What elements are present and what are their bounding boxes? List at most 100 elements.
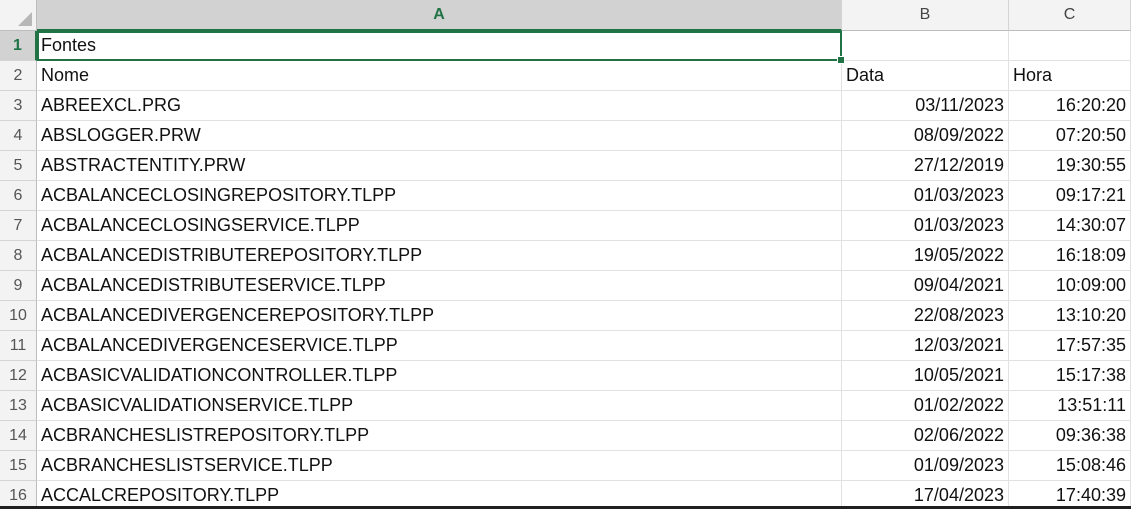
cell-a10[interactable]: ACBALANCEDIVERGENCEREPOSITORY.TLPP [37,301,842,331]
cell-value: ACBASICVALIDATIONCONTROLLER.TLPP [41,365,398,385]
row-header-4[interactable]: 4 [0,121,37,151]
row-header-11[interactable]: 11 [0,331,37,361]
cell-c6[interactable]: 09:17:21 [1009,181,1131,211]
cell-c8[interactable]: 16:18:09 [1009,241,1131,271]
cell-c4[interactable]: 07:20:50 [1009,121,1131,151]
cell-a16[interactable]: ACCALCREPOSITORY.TLPP [37,481,842,509]
cell-value: ACBALANCEDIVERGENCESERVICE.TLPP [41,335,398,355]
cell-c3[interactable]: 16:20:20 [1009,91,1131,121]
cell-value: ACBALANCECLOSINGSERVICE.TLPP [41,215,360,235]
cell-a14[interactable]: ACBRANCHESLISTREPOSITORY.TLPP [37,421,842,451]
cell-b8[interactable]: 19/05/2022 [842,241,1009,271]
cell-value: 09:17:21 [1055,185,1126,205]
row-header-14[interactable]: 14 [0,421,37,451]
row-header-6[interactable]: 6 [0,181,37,211]
cell-a8[interactable]: ACBALANCEDISTRIBUTEREPOSITORY.TLPP [37,241,842,271]
cell-a11[interactable]: ACBALANCEDIVERGENCESERVICE.TLPP [37,331,842,361]
cell-b14[interactable]: 02/06/2022 [842,421,1009,451]
cell-b2[interactable]: Data [842,61,1009,91]
cell-b12[interactable]: 10/05/2021 [842,361,1009,391]
cell-a15[interactable]: ACBRANCHESLISTSERVICE.TLPP [37,451,842,481]
cell-value: 14:30:07 [1055,215,1126,235]
cell-b9[interactable]: 09/04/2021 [842,271,1009,301]
cell-value: 08/09/2022 [913,125,1004,145]
cell-value: 09:36:38 [1055,425,1126,445]
cell-value: 15:08:46 [1055,455,1126,475]
cell-value: 07:20:50 [1055,125,1126,145]
cell-value: ACBRANCHESLISTSERVICE.TLPP [41,455,333,475]
cell-value: ABREEXCL.PRG [41,95,182,115]
cell-b15[interactable]: 01/09/2023 [842,451,1009,481]
column-header-a[interactable]: A [37,0,842,31]
cell-value: 10:09:00 [1055,275,1126,295]
cell-value: 19/05/2022 [913,245,1004,265]
cell-b3[interactable]: 03/11/2023 [842,91,1009,121]
cell-value: Nome [41,65,90,85]
row-header-2[interactable]: 2 [0,61,37,91]
cell-a7[interactable]: ACBALANCECLOSINGSERVICE.TLPP [37,211,842,241]
cell-a2[interactable]: Nome [37,61,842,91]
row-header-7[interactable]: 7 [0,211,37,241]
cell-b6[interactable]: 01/03/2023 [842,181,1009,211]
cell-c13[interactable]: 13:51:11 [1009,391,1131,421]
cell-c16[interactable]: 17:40:39 [1009,481,1131,509]
cell-value: ABSTRACTENTITY.PRW [41,155,246,175]
cell-c14[interactable]: 09:36:38 [1009,421,1131,451]
cell-value: ACBALANCECLOSINGREPOSITORY.TLPP [41,185,397,205]
cell-b5[interactable]: 27/12/2019 [842,151,1009,181]
cell-value: ACBALANCEDIVERGENCEREPOSITORY.TLPP [41,305,435,325]
row-header-9[interactable]: 9 [0,271,37,301]
cell-value: 22/08/2023 [913,305,1004,325]
cell-b13[interactable]: 01/02/2022 [842,391,1009,421]
cell-a5[interactable]: ABSTRACTENTITY.PRW [37,151,842,181]
cell-value: 16:18:09 [1055,245,1126,265]
cell-c5[interactable]: 19:30:55 [1009,151,1131,181]
cell-a9[interactable]: ACBALANCEDISTRIBUTESERVICE.TLPP [37,271,842,301]
cell-b1[interactable] [842,31,1009,61]
row-header-5[interactable]: 5 [0,151,37,181]
cell-b10[interactable]: 22/08/2023 [842,301,1009,331]
cell-value: 12/03/2021 [913,335,1004,355]
cell-b7[interactable]: 01/03/2023 [842,211,1009,241]
cell-value: 01/03/2023 [913,215,1004,235]
row-header-15[interactable]: 15 [0,451,37,481]
cell-value: 16:20:20 [1055,95,1126,115]
cell-c15[interactable]: 15:08:46 [1009,451,1131,481]
cell-c1[interactable] [1009,31,1131,61]
column-header-b[interactable]: B [842,0,1009,31]
cell-a1[interactable]: Fontes [37,31,845,64]
cell-a6[interactable]: ACBALANCECLOSINGREPOSITORY.TLPP [37,181,842,211]
cell-c9[interactable]: 10:09:00 [1009,271,1131,301]
cell-value: ABSLOGGER.PRW [41,125,201,145]
row-header-3[interactable]: 3 [0,91,37,121]
fill-handle[interactable] [837,56,845,64]
row-header-10[interactable]: 10 [0,301,37,331]
cell-c11[interactable]: 17:57:35 [1009,331,1131,361]
cell-value: ACBASICVALIDATIONSERVICE.TLPP [41,395,354,415]
cell-c2[interactable]: Hora [1009,61,1131,91]
cell-value: Hora [1013,65,1053,85]
row-header-8[interactable]: 8 [0,241,37,271]
cell-b11[interactable]: 12/03/2021 [842,331,1009,361]
cell-b4[interactable]: 08/09/2022 [842,121,1009,151]
cell-a13[interactable]: ACBASICVALIDATIONSERVICE.TLPP [37,391,842,421]
row-header-12[interactable]: 12 [0,361,37,391]
cell-value: 19:30:55 [1055,155,1126,175]
spreadsheet: A B C 1 Fontes 2 Nome Data Hora 3 ABREEXCL.PRG 0… [0,0,1131,509]
row-header-13[interactable]: 13 [0,391,37,421]
cell-a3[interactable]: ABREEXCL.PRG [37,91,842,121]
row-header-1[interactable]: 1 [0,31,37,61]
cell-c7[interactable]: 14:30:07 [1009,211,1131,241]
cell-a12[interactable]: ACBASICVALIDATIONCONTROLLER.TLPP [37,361,842,391]
cell-c12[interactable]: 15:17:38 [1009,361,1131,391]
cell-c10[interactable]: 13:10:20 [1009,301,1131,331]
cell-value: 15:17:38 [1055,365,1126,385]
cell-value: 13:10:20 [1055,305,1126,325]
cell-a4[interactable]: ABSLOGGER.PRW [37,121,842,151]
cell-value: 01/02/2022 [913,395,1004,415]
row-header-16[interactable]: 16 [0,481,37,509]
column-header-c[interactable]: C [1009,0,1131,31]
cell-b16[interactable]: 17/04/2023 [842,481,1009,509]
select-all-corner[interactable] [0,0,37,31]
select-all-triangle-icon [18,12,32,26]
